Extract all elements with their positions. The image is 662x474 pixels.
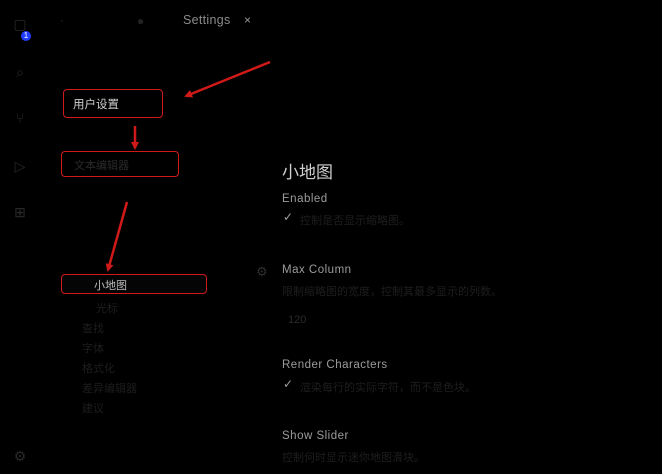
annotation-arrows [105,60,271,272]
arrow-to-minimap [105,201,129,272]
arrow-to-user-settings [184,60,271,98]
